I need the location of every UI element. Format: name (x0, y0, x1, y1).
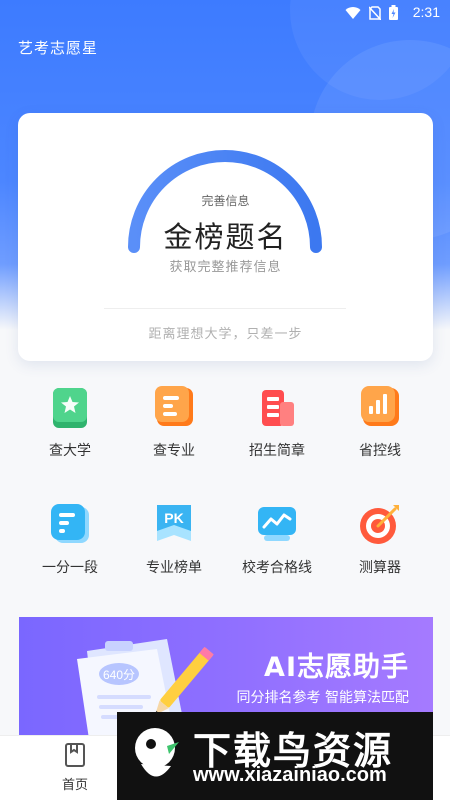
bar-chart-icon (357, 384, 403, 430)
hero-subtitle: 获取完整推荐信息 (169, 260, 282, 275)
hero-footer: 距离理想大学，只差一步 (148, 327, 303, 342)
pk-icon: PK (151, 501, 197, 547)
menu-label: 查专业 (153, 443, 195, 459)
app-title: 艺考志愿星 (18, 39, 99, 57)
tab-label: 首页 (61, 778, 88, 793)
home-book-icon (62, 742, 88, 768)
menu-item-major[interactable]: 查专业 (124, 384, 224, 460)
divider (104, 308, 346, 309)
info-card[interactable]: 完善信息 金榜题名 获取完整推荐信息 距离理想大学，只差一步 (18, 113, 433, 361)
menu-label: 校考合格线 (242, 560, 312, 576)
menu-label: 招生简章 (249, 443, 305, 459)
tab-home[interactable]: 首页 (35, 742, 115, 793)
book-star-icon (47, 384, 93, 430)
hero-title: 金榜题名 (163, 220, 288, 254)
no-sim-icon (368, 5, 382, 24)
menu-label: 查大学 (49, 443, 91, 459)
menu-item-control-line[interactable]: 省控线 (330, 384, 430, 460)
menu-item-score-segment[interactable]: 一分一段 (20, 501, 120, 577)
watermark-overlay: 下载鸟资源 www.xiazainiao.com (117, 712, 433, 800)
trend-icon (254, 501, 300, 547)
banner-title: AI志愿助手 (264, 652, 409, 683)
menu-label: 一分一段 (42, 560, 98, 576)
gauge-label: 完善信息 (201, 194, 250, 208)
target-icon (357, 501, 403, 547)
menu-item-brochure[interactable]: 招生简章 (227, 384, 327, 460)
segments-icon (47, 501, 93, 547)
menu-item-calculator[interactable]: 测算器 (330, 501, 430, 577)
banner-subtitle: 同分排名参考 智能算法匹配 (236, 690, 409, 706)
wifi-icon (345, 5, 361, 24)
battery-icon (389, 5, 398, 24)
score-tag: 640分 (103, 668, 135, 682)
status-time: 2:31 (412, 4, 440, 20)
menu-item-major-ranking[interactable]: PK 专业榜单 (124, 501, 224, 577)
menu-item-college[interactable]: 查大学 (20, 384, 120, 460)
svg-text:PK: PK (164, 510, 183, 526)
building-icon (254, 384, 300, 430)
menu-item-qualifying-line[interactable]: 校考合格线 (227, 501, 327, 577)
document-icon (151, 384, 197, 430)
menu-label: 测算器 (359, 560, 401, 576)
bird-logo-icon (135, 728, 179, 777)
watermark-url: www.xiazainiao.com (193, 764, 387, 786)
status-icons (345, 5, 398, 24)
menu-label: 专业榜单 (146, 560, 202, 576)
status-bar: 2:31 (0, 0, 450, 26)
menu-label: 省控线 (359, 443, 401, 459)
